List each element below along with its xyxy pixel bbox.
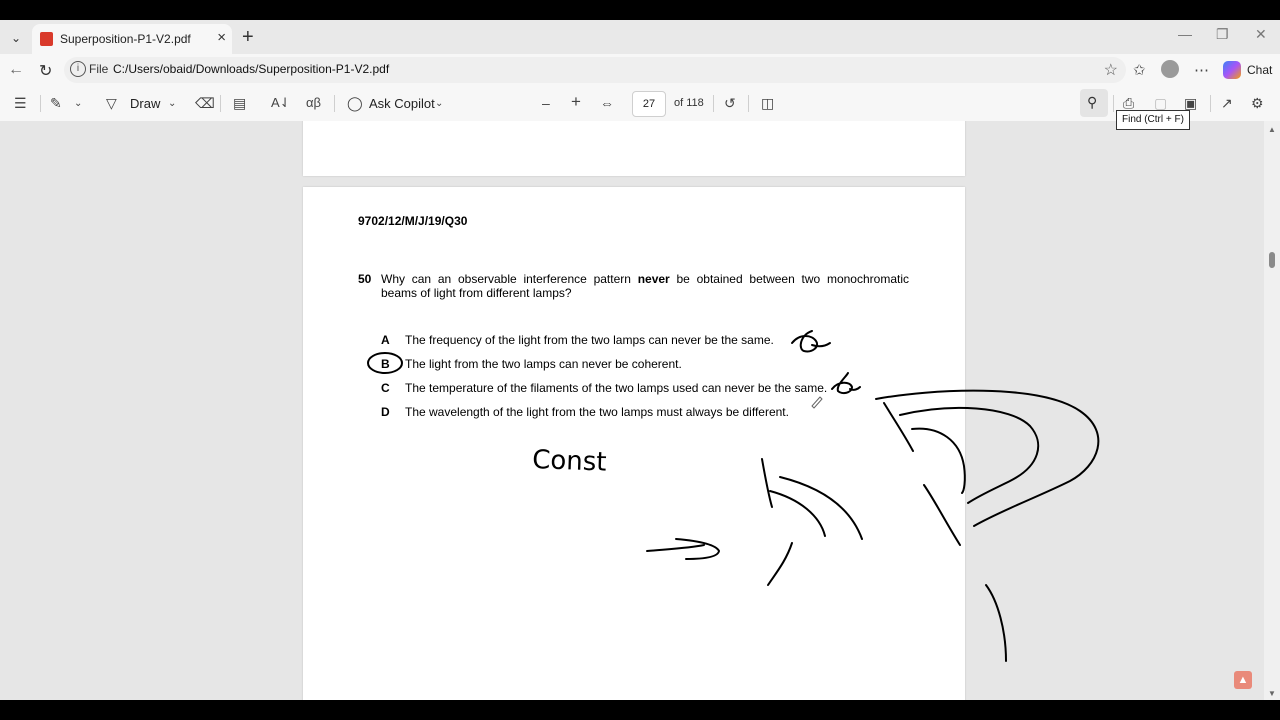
question-id: 9702/12/M/J/19/Q30 bbox=[358, 214, 468, 228]
tab-title: Superposition-P1-V2.pdf bbox=[60, 32, 191, 46]
scroll-up-icon[interactable]: ▲ bbox=[1268, 125, 1276, 134]
minimize-icon[interactable]: — bbox=[1178, 26, 1192, 42]
toolbar-divider bbox=[40, 95, 41, 112]
wave-source-ink bbox=[985, 584, 1007, 662]
settings-icon[interactable]: ⚙ bbox=[1251, 95, 1264, 112]
question-emphasis: never bbox=[637, 272, 670, 286]
star-icon[interactable]: ☆ bbox=[1104, 60, 1118, 80]
question-number: 50 bbox=[358, 272, 372, 286]
pdf-file-icon bbox=[40, 32, 53, 46]
rotate-icon[interactable]: ↺ bbox=[724, 95, 736, 112]
favorites-icon[interactable]: ✩ bbox=[1133, 61, 1146, 79]
back-icon[interactable]: ← bbox=[8, 61, 24, 79]
option-letter: D bbox=[381, 405, 390, 419]
ask-copilot-icon[interactable]: ◯ bbox=[347, 95, 363, 112]
tab-list-icon[interactable]: ⌄ bbox=[6, 28, 26, 48]
translate-icon[interactable]: αβ bbox=[306, 95, 321, 110]
reload-icon[interactable]: ↻ bbox=[39, 61, 52, 81]
vertical-scrollbar[interactable]: ▲ ▼ bbox=[1264, 121, 1280, 700]
previous-page bbox=[303, 121, 965, 176]
question-text: Why can an observable interference patte… bbox=[381, 272, 909, 300]
plus-icon[interactable]: + bbox=[242, 26, 254, 49]
option-text: The wavelength of the light from the two… bbox=[405, 405, 789, 419]
option-text: The frequency of the light from the two … bbox=[405, 333, 774, 347]
restore-icon[interactable]: ❐ bbox=[1216, 26, 1229, 43]
search-button[interactable]: ⚲ bbox=[1080, 89, 1108, 117]
current-page: 9702/12/M/J/19/Q30 50 Why can an observa… bbox=[303, 187, 965, 700]
toolbar-divider bbox=[1113, 95, 1114, 112]
find-tooltip: Find (Ctrl + F) bbox=[1116, 110, 1190, 130]
copilot-icon[interactable] bbox=[1223, 61, 1241, 79]
search-icon: ⚲ bbox=[1087, 94, 1098, 110]
fit-width-icon[interactable]: ⇔ bbox=[600, 95, 614, 111]
contents-icon[interactable]: ☰ bbox=[14, 95, 27, 112]
option-letter: C bbox=[381, 381, 390, 395]
textbox-icon[interactable]: ▤ bbox=[233, 95, 246, 112]
question-text-start: Why can an observable interference patte… bbox=[381, 272, 638, 286]
address-path[interactable]: C:/Users/obaid/Downloads/Superposition-P… bbox=[113, 62, 389, 76]
toolbar-divider bbox=[1210, 95, 1211, 112]
address-bar-row: ← ↻ i File C:/Users/obaid/Downloads/Supe… bbox=[0, 54, 1280, 86]
toolbar-divider bbox=[334, 95, 335, 112]
chat-button[interactable]: Chat bbox=[1247, 63, 1272, 77]
pdf-toolbar: ☰ ✎ ⌄ ▽ Draw ⌄ ⌫ ▤ A⇃ αβ ◯ Ask Copilot ⌄… bbox=[0, 86, 1280, 122]
address-field[interactable]: i File C:/Users/obaid/Downloads/Superpos… bbox=[64, 57, 1126, 83]
more-icon[interactable]: ⋯ bbox=[1194, 61, 1209, 79]
zoom-out-icon[interactable]: – bbox=[542, 95, 550, 111]
ask-copilot-button[interactable]: Ask Copilot bbox=[369, 96, 435, 111]
read-aloud-icon[interactable]: A⇃ bbox=[271, 95, 291, 111]
fullscreen-icon[interactable]: ↗ bbox=[1221, 95, 1233, 112]
highlight-chevron-down-icon[interactable]: ⌄ bbox=[74, 98, 82, 109]
toolbar-divider bbox=[713, 95, 714, 112]
page-view-icon[interactable]: ◫ bbox=[761, 95, 774, 112]
toolbar-divider bbox=[220, 95, 221, 112]
zoom-in-icon[interactable]: + bbox=[571, 92, 581, 112]
draw-icon[interactable]: ▽ bbox=[106, 95, 117, 112]
window-close-icon[interactable]: ✕ bbox=[1255, 26, 1267, 43]
pdf-viewer[interactable]: 9702/12/M/J/19/Q30 50 Why can an observa… bbox=[0, 121, 1264, 700]
scroll-down-icon[interactable]: ▼ bbox=[1268, 689, 1276, 698]
acrobat-icon[interactable]: ▲ bbox=[1234, 671, 1252, 689]
option-text: The light from the two lamps can never b… bbox=[405, 357, 682, 371]
option-letter: B bbox=[381, 357, 390, 371]
copilot-chevron-down-icon[interactable]: ⌄ bbox=[435, 98, 443, 109]
scroll-thumb[interactable] bbox=[1269, 252, 1275, 268]
eraser-icon[interactable]: ⌫ bbox=[195, 95, 215, 112]
page-total: of 118 bbox=[674, 97, 704, 109]
toolbar-divider bbox=[748, 95, 749, 112]
draw-chevron-down-icon[interactable]: ⌄ bbox=[168, 98, 176, 109]
option-letter: A bbox=[381, 333, 390, 347]
tab-strip: ⌄ Superposition-P1-V2.pdf × + — ❐ ✕ bbox=[0, 20, 1280, 54]
tab-superposition-pdf[interactable]: Superposition-P1-V2.pdf × bbox=[32, 24, 232, 54]
address-prefix: File bbox=[89, 62, 109, 76]
close-icon[interactable]: × bbox=[217, 29, 226, 46]
option-text: The temperature of the filaments of the … bbox=[405, 381, 828, 395]
info-icon[interactable]: i bbox=[70, 61, 86, 77]
page-number-input[interactable]: 27 bbox=[632, 91, 666, 117]
browser-window: ⌄ Superposition-P1-V2.pdf × + — ❐ ✕ ← ↻ … bbox=[0, 20, 1280, 700]
profile-icon[interactable] bbox=[1161, 60, 1179, 78]
highlight-icon[interactable]: ✎ bbox=[50, 95, 62, 112]
draw-button[interactable]: Draw bbox=[130, 96, 160, 111]
